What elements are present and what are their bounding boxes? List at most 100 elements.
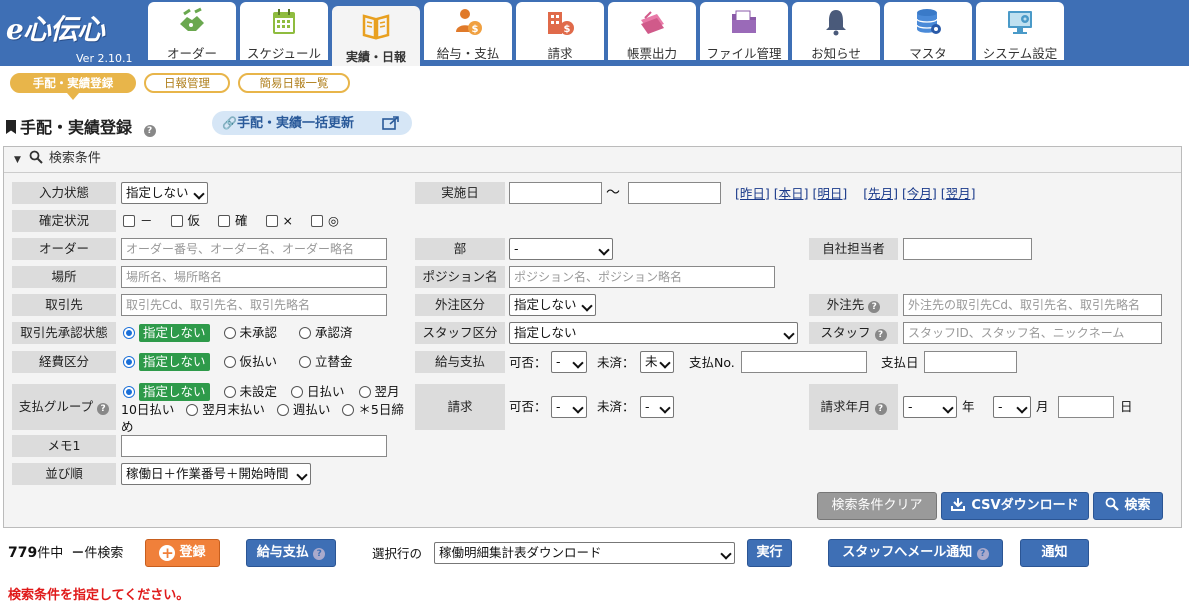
label-date: 実施日 <box>415 182 505 204</box>
outsource-type-select[interactable]: 指定しない <box>509 294 596 316</box>
staff-mail-notify-button[interactable]: スタッフへメール通知 ? <box>828 539 1003 567</box>
staff-input[interactable]: スタッフID、スタッフ名、ニックネーム <box>903 322 1162 344</box>
help-icon[interactable]: ? <box>143 125 156 137</box>
subnav-arrangement-registration[interactable]: 手配・実績登録 <box>10 73 136 100</box>
link-last-month[interactable]: [先月] <box>863 186 898 201</box>
billing-can-select[interactable]: - <box>551 396 587 418</box>
link-today[interactable]: [本日] <box>774 186 809 201</box>
tab-notifications[interactable]: お知らせ <box>792 2 880 61</box>
label-confirm-status: 確定状況 <box>12 210 116 232</box>
help-icon[interactable]: ? <box>868 301 881 313</box>
place-input[interactable]: 場所名、場所略名 <box>121 266 387 288</box>
tab-salary-payment[interactable]: $ 給与・支払 <box>424 2 512 61</box>
bookmark-icon <box>6 120 16 134</box>
outsource-input[interactable]: 外注先の取引先Cd、取引先名、取引先略名 <box>903 294 1162 316</box>
svg-text:$: $ <box>472 24 479 35</box>
label-memo: メモ1 <box>12 435 116 457</box>
help-icon[interactable]: ? <box>97 403 110 415</box>
label-input-state: 入力状態 <box>12 182 116 204</box>
day-unit: 日 <box>1120 399 1133 414</box>
papers-icon <box>641 11 664 34</box>
app-logo[interactable]: e心伝心 Ver 2.10.1 <box>4 6 140 65</box>
bell-icon <box>826 10 846 36</box>
radio-unapproved[interactable]: 未承認 <box>223 325 277 340</box>
order-input[interactable]: オーダー番号、オーダー名、オーダー略名 <box>121 238 387 260</box>
register-button[interactable]: + 登録 <box>145 539 220 567</box>
bulk-action-select[interactable]: 稼働明細集計表ダウンロード <box>434 542 735 564</box>
bulk-update-button[interactable]: 🔗手配・実績一括更新 <box>212 111 412 135</box>
label-bill-month: 請求年月 ? <box>809 384 898 430</box>
staff-type-select[interactable]: 指定しない <box>509 322 798 344</box>
confirm-check-provisional[interactable]: 仮 <box>170 213 200 228</box>
salary-unsettled-select[interactable]: 未 <box>640 351 674 373</box>
salary-can-label: 可否： <box>509 355 547 370</box>
tab-results-daily-report[interactable]: 実績・日報 <box>332 6 420 66</box>
confirm-check-confirmed[interactable]: 確 <box>218 213 248 228</box>
csv-download-button[interactable]: CSVダウンロード <box>941 492 1089 520</box>
label-position: ポジション名 <box>415 266 505 288</box>
page-title: 手配・実績登録 ? <box>6 114 156 138</box>
tab-label: オーダー <box>166 46 217 61</box>
radio-reimbursement[interactable]: 立替金 <box>299 354 353 369</box>
date-to-input[interactable] <box>628 182 721 204</box>
radio-pay-daily[interactable]: 日払い <box>291 384 345 399</box>
radio-advance[interactable]: 仮払い <box>223 354 277 369</box>
subnav-daily-report-management[interactable]: 日報管理 <box>144 73 230 93</box>
logo-text: e心伝心 <box>6 13 105 46</box>
subnav-simple-report-list[interactable]: 簡易日報一覧 <box>238 73 350 93</box>
pay-number-input[interactable] <box>741 351 867 373</box>
in-charge-input[interactable] <box>903 238 1032 260</box>
link-this-month[interactable]: [今月] <box>902 186 937 201</box>
radio-pay-none[interactable]: 指定しない <box>121 383 210 401</box>
salary-pay-button[interactable]: 給与支払 ? <box>246 539 336 567</box>
radio-pay-weekly[interactable]: 週払い <box>276 402 330 417</box>
month-unit: 月 <box>1036 399 1049 414</box>
client-approval-radios: 指定しない 未承認 承認済 <box>123 324 353 342</box>
link-tomorrow[interactable]: [明日] <box>813 186 848 201</box>
radio-approval-none[interactable]: 指定しない <box>123 324 210 342</box>
tab-label: 実績・日報 <box>345 50 406 64</box>
help-icon[interactable]: ? <box>874 403 887 415</box>
tab-label: 帳票出力 <box>626 46 677 61</box>
tab-schedule[interactable]: スケジュール <box>240 2 328 61</box>
billing-can-label: 可否： <box>509 399 547 414</box>
tab-order[interactable]: オーダー <box>148 2 236 61</box>
client-input[interactable]: 取引先Cd、取引先名、取引先略名 <box>121 294 387 316</box>
radio-pay-nextend[interactable]: 翌月末払い <box>186 402 265 417</box>
tab-file-management[interactable]: ファイル管理 <box>700 2 788 61</box>
search-button[interactable]: 検索 <box>1093 492 1163 520</box>
link-yesterday[interactable]: [昨日] <box>735 186 770 201</box>
link-next-month[interactable]: [翌月] <box>941 186 976 201</box>
position-input[interactable]: ポジション名、ポジション略名 <box>509 266 775 288</box>
tab-system-settings[interactable]: システム設定 <box>976 2 1064 61</box>
execute-button[interactable]: 実行 <box>747 539 792 567</box>
memo-input[interactable] <box>121 435 387 457</box>
tab-billing[interactable]: $ 請求 <box>516 2 604 61</box>
bill-year-select[interactable]: - <box>903 396 957 418</box>
clear-search-button[interactable]: 検索条件クリア <box>817 492 937 520</box>
label-in-charge: 自社担当者 <box>809 238 898 260</box>
radio-approved[interactable]: 承認済 <box>299 325 353 340</box>
tab-master[interactable]: マスタ <box>884 2 972 61</box>
tab-label: 請求 <box>547 46 573 61</box>
notify-button[interactable]: 通知 <box>1020 539 1089 567</box>
radio-expense-none[interactable]: 指定しない <box>123 353 210 371</box>
search-panel-header[interactable]: ▼ 検索条件 <box>4 147 1181 173</box>
confirm-check-cross[interactable]: × <box>265 213 293 228</box>
radio-pay-unset[interactable]: 未設定 <box>223 384 277 399</box>
input-state-select[interactable]: 指定しない <box>121 182 208 204</box>
tab-report-output[interactable]: 帳票出力 <box>608 2 696 61</box>
confirm-check-dash[interactable]: － <box>123 213 153 228</box>
billing-unsettled-select[interactable]: - <box>640 396 674 418</box>
dept-select[interactable]: - <box>509 238 613 260</box>
date-from-input[interactable] <box>509 182 602 204</box>
pay-date-input[interactable] <box>924 351 1017 373</box>
help-icon: ? <box>976 548 989 560</box>
salary-can-select[interactable]: - <box>551 351 587 373</box>
download-icon <box>951 498 966 511</box>
confirm-check-double[interactable]: ◎ <box>310 213 339 228</box>
bill-month-select[interactable]: - <box>993 396 1031 418</box>
help-icon[interactable]: ? <box>874 329 887 341</box>
bill-day-input[interactable] <box>1058 396 1114 418</box>
sort-select[interactable]: 稼働日＋作業番号＋開始時間 <box>121 463 311 485</box>
